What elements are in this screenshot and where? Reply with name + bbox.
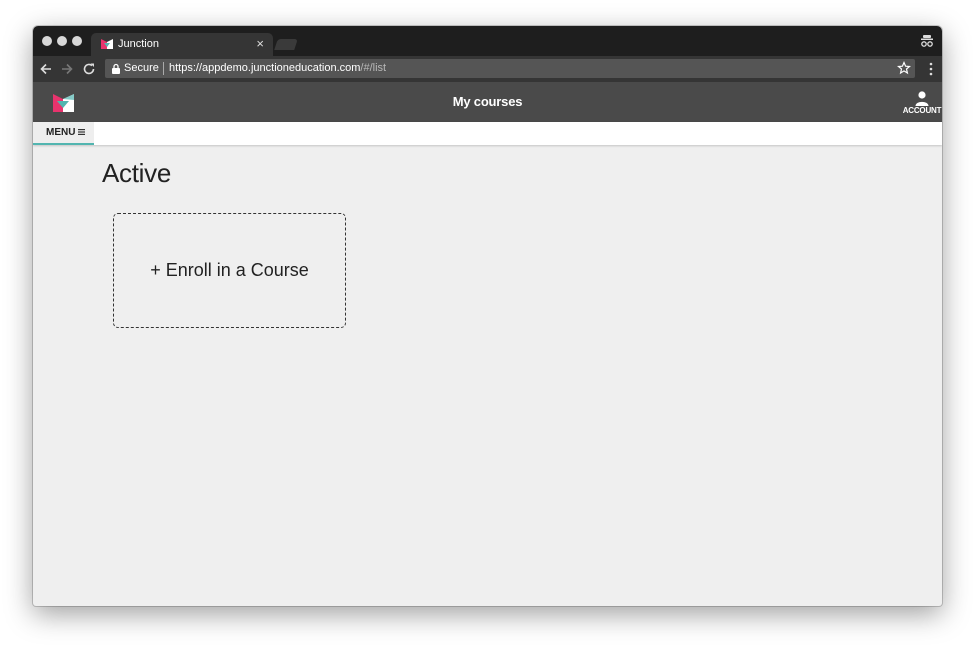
back-arrow-icon[interactable] xyxy=(38,61,54,77)
incognito-icon[interactable] xyxy=(920,34,934,48)
browser-window: Junction × Secure https://appdemo.juncti… xyxy=(33,26,942,606)
hamburger-icon xyxy=(78,129,85,135)
browser-tab-junction[interactable]: Junction × xyxy=(91,33,273,56)
reload-icon[interactable] xyxy=(81,61,97,77)
address-bar[interactable]: Secure https://appdemo.junctioneducation… xyxy=(105,59,915,78)
menu-bar: MENU xyxy=(33,122,942,145)
junction-favicon-icon xyxy=(101,39,113,49)
window-minimize-button[interactable] xyxy=(57,36,67,46)
browser-toolbar: Secure https://appdemo.junctioneducation… xyxy=(33,56,942,82)
lock-icon xyxy=(112,63,120,74)
window-zoom-button[interactable] xyxy=(72,36,82,46)
address-separator xyxy=(163,62,164,75)
menu-label: MENU xyxy=(46,127,76,138)
new-tab-button[interactable] xyxy=(274,39,298,50)
window-close-button[interactable] xyxy=(42,36,52,46)
enroll-course-card[interactable]: + Enroll in a Course xyxy=(113,213,346,328)
menu-button[interactable]: MENU xyxy=(33,122,94,145)
page-title: My courses xyxy=(452,94,523,109)
forward-arrow-icon[interactable] xyxy=(59,61,75,77)
app-header: My courses ACCOUNT xyxy=(33,82,942,122)
user-icon xyxy=(915,91,929,106)
url-text: https://appdemo.junctioneducation.com/#/… xyxy=(169,62,386,75)
url-host: appdemo.junctioneducation.com xyxy=(202,62,361,74)
url-path: /#/list xyxy=(360,62,387,74)
tab-close-icon[interactable]: × xyxy=(256,36,264,52)
tab-title: Junction xyxy=(118,38,159,50)
url-scheme: https:// xyxy=(169,62,203,74)
section-title-active: Active xyxy=(102,158,172,188)
enroll-course-label: + Enroll in a Course xyxy=(150,260,309,280)
bookmark-star-icon[interactable] xyxy=(897,61,911,75)
secure-label: Secure xyxy=(124,62,159,74)
account-label: ACCOUNT xyxy=(902,106,942,115)
kebab-menu-icon[interactable] xyxy=(929,61,933,77)
account-button[interactable]: ACCOUNT xyxy=(902,91,942,121)
browser-titlebar: Junction × xyxy=(33,26,942,56)
